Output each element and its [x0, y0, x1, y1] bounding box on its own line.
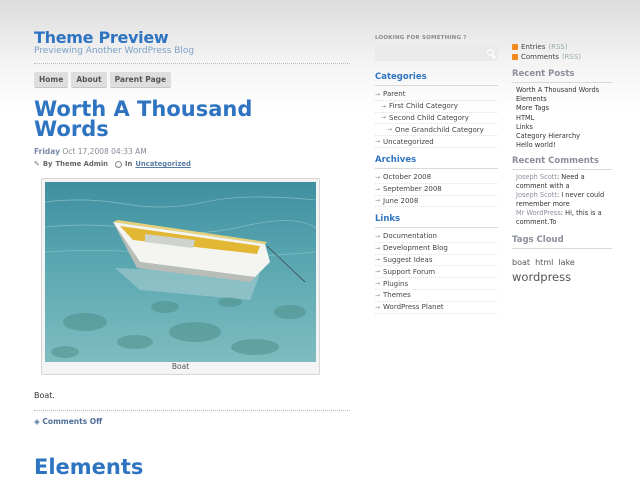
- archive-item[interactable]: → June 2008: [375, 196, 498, 208]
- search-label: LOOKING FOR SOMETHING ?: [375, 35, 467, 41]
- links-divider: [375, 227, 498, 228]
- comment-author[interactable]: Mr WordPress: [516, 209, 561, 217]
- recent-post-link[interactable]: More Tags: [516, 104, 599, 113]
- comment-author[interactable]: Joseph Scott: [516, 191, 557, 199]
- categories-title: Categories: [375, 72, 427, 82]
- archives-divider: [375, 168, 498, 169]
- recent-post-link[interactable]: Links: [516, 123, 599, 132]
- archives-list: → October 2008 → September 2008 → June 2008: [375, 172, 498, 208]
- post-date: Friday Oct 17,2008 04:33 AM: [34, 147, 147, 156]
- arrow-icon: →: [375, 138, 381, 146]
- blogroll-link[interactable]: → Suggest Ideas: [375, 255, 498, 267]
- header-divider: [34, 63, 350, 64]
- post-byline: ✎ By Theme Admin In Uncategorized: [34, 160, 191, 168]
- blogroll-link[interactable]: → WordPress Planet: [375, 302, 498, 314]
- arrow-icon: →: [375, 232, 381, 240]
- post-datetime: Oct 17,2008 04:33 AM: [62, 147, 147, 156]
- arrow-icon: →: [375, 173, 381, 181]
- post-author: Theme Admin: [55, 160, 109, 168]
- archives-title: Archives: [375, 155, 417, 165]
- arrow-icon: →: [381, 114, 387, 122]
- category-item[interactable]: → First Child Category: [375, 101, 498, 113]
- recent-comment-item[interactable]: Joseph Scott: I never could remember mor…: [516, 191, 612, 210]
- rss-icon: [512, 44, 518, 50]
- arrow-icon: →: [375, 268, 381, 276]
- links-title: Links: [375, 214, 401, 224]
- post-body: Boat.: [34, 391, 55, 400]
- tag-cloud: boat html lake wordpress: [512, 253, 612, 284]
- rss-icon: [512, 54, 518, 60]
- category-item[interactable]: → Second Child Category: [375, 113, 498, 125]
- blogroll-link[interactable]: → Themes: [375, 290, 498, 302]
- tags-divider: [512, 248, 612, 249]
- site-description: Previewing Another WordPress Blog: [34, 46, 195, 56]
- nav-tab-parent-page[interactable]: Parent Page: [109, 72, 172, 88]
- arrow-icon: →: [375, 185, 381, 193]
- folder-icon: [115, 160, 123, 168]
- blogroll-link[interactable]: → Documentation: [375, 231, 498, 243]
- tag-link[interactable]: lake: [558, 258, 574, 267]
- tag-link[interactable]: wordpress: [512, 270, 571, 284]
- archive-item[interactable]: → September 2008: [375, 184, 498, 196]
- entries-feed-link[interactable]: Entries (RSS): [512, 43, 568, 51]
- by-prefix: By: [42, 160, 53, 168]
- comment-icon: ◈: [34, 417, 40, 426]
- arrow-icon: →: [375, 90, 381, 98]
- tag-link[interactable]: html: [535, 258, 553, 267]
- comment-author[interactable]: Joseph Scott: [516, 173, 557, 181]
- recent-posts-title: Recent Posts: [512, 69, 575, 79]
- boat-photo[interactable]: [45, 182, 316, 362]
- recent-comment-item[interactable]: Joseph Scott: Need a comment with a: [516, 173, 612, 192]
- site-title[interactable]: Theme Preview: [34, 28, 169, 47]
- arrow-icon: →: [375, 197, 381, 205]
- recent-post-link[interactable]: Elements: [516, 95, 599, 104]
- arrow-icon: →: [381, 102, 387, 110]
- comments-off-link: ◈ Comments Off: [34, 417, 102, 426]
- comments-feed-link[interactable]: Comments (RSS): [512, 53, 581, 61]
- blogroll-link[interactable]: → Support Forum: [375, 266, 498, 279]
- arrow-icon: →: [375, 303, 381, 311]
- post-day: Friday: [34, 147, 61, 156]
- recent-posts-list: Worth A Thousand Words Elements More Tag…: [516, 86, 599, 150]
- recent-post-link[interactable]: HTML: [516, 114, 599, 123]
- arrow-icon: →: [387, 126, 393, 134]
- nav-tab-about[interactable]: About: [71, 72, 107, 88]
- post-divider: [34, 410, 350, 411]
- arrow-icon: →: [375, 280, 381, 288]
- in-prefix: In: [125, 160, 133, 168]
- arrow-icon: →: [375, 256, 381, 264]
- categories-list: → Parent → First Child Category → Second Ch…: [375, 89, 498, 148]
- arrow-icon: →: [375, 291, 381, 299]
- author-icon: ✎: [34, 160, 40, 168]
- tag-link[interactable]: boat: [512, 258, 530, 267]
- recent-comments-divider: [512, 169, 612, 170]
- blogroll-link[interactable]: → Plugins: [375, 278, 498, 290]
- main-nav: Home About Parent Page: [34, 72, 172, 88]
- post-image-figure: Boat: [41, 178, 320, 375]
- recent-post-link[interactable]: Worth A Thousand Words: [516, 86, 599, 95]
- nav-tab-home[interactable]: Home: [34, 72, 69, 88]
- category-item[interactable]: → Parent: [375, 89, 498, 101]
- category-item[interactable]: → Uncategorized: [375, 136, 498, 148]
- next-post-title[interactable]: Elements: [34, 455, 143, 479]
- recent-comments-title: Recent Comments: [512, 156, 599, 166]
- recent-posts-divider: [512, 82, 612, 83]
- search-input[interactable]: [375, 45, 498, 61]
- arrow-icon: →: [375, 244, 381, 252]
- blogroll-link[interactable]: → Development Blog: [375, 243, 498, 255]
- categories-divider: [375, 85, 498, 86]
- recent-post-link[interactable]: Hello world!: [516, 141, 599, 150]
- post-category-link[interactable]: Uncategorized: [135, 160, 190, 168]
- post-title[interactable]: Worth A Thousand Words: [34, 99, 334, 140]
- comments-off-label: Comments Off: [42, 417, 103, 426]
- search-icon[interactable]: [487, 49, 494, 56]
- tags-cloud-title: Tags Cloud: [512, 235, 564, 245]
- recent-comment-item[interactable]: Mr WordPress: Hi, this is a comment.To: [516, 209, 612, 228]
- archive-item[interactable]: → October 2008: [375, 172, 498, 184]
- recent-post-link[interactable]: Category Hierarchy: [516, 132, 599, 141]
- category-item[interactable]: → One Grandchild Category: [375, 124, 498, 137]
- links-list: → Documentation → Development Blog → Sugges…: [375, 231, 498, 314]
- image-caption: Boat: [171, 362, 190, 371]
